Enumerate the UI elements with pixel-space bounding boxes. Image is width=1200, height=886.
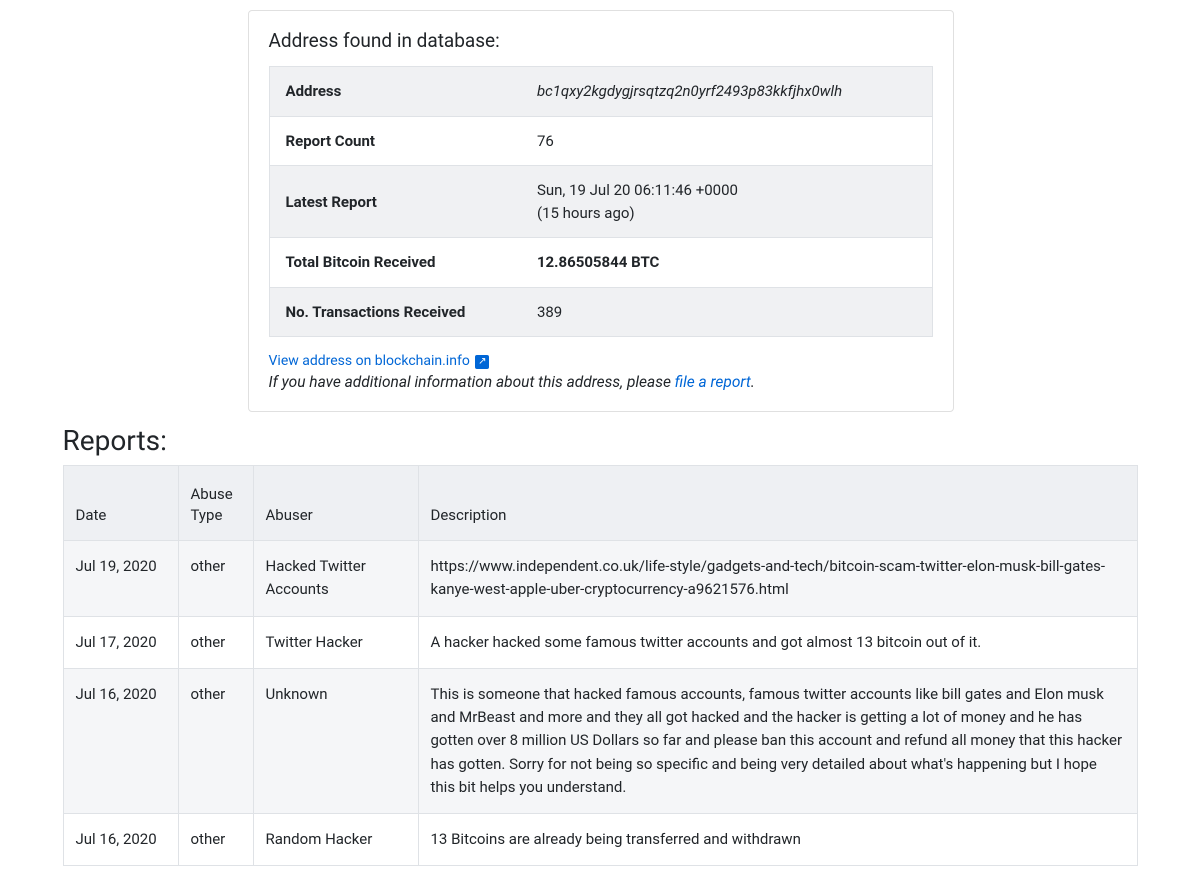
address-detail-card: Address found in database: Address bc1qx… — [248, 10, 954, 412]
cell-description: 13 Bitcoins are already being transferre… — [418, 814, 1137, 866]
blockchain-link-row: View address on blockchain.info ↗ — [269, 353, 933, 369]
col-header-abuser: Abuser — [253, 466, 418, 541]
cell-date: Jul 16, 2020 — [63, 668, 178, 813]
reports-heading: Reports: — [63, 424, 1138, 457]
cell-type: other — [178, 668, 253, 813]
cell-type: other — [178, 616, 253, 668]
row-latest-report: Latest Report Sun, 19 Jul 20 06:11:46 +0… — [269, 166, 932, 238]
reports-table: Date Abuse Type Abuser Description Jul 1… — [63, 465, 1138, 866]
value-total-btc: 12.86505844 BTC — [521, 238, 932, 288]
cell-date: Jul 17, 2020 — [63, 616, 178, 668]
file-report-link[interactable]: file a report — [675, 373, 751, 391]
row-tx-count: No. Transactions Received 389 — [269, 287, 932, 337]
latest-report-relative: (15 hours ago) — [537, 204, 635, 222]
value-report-count: 76 — [521, 116, 932, 166]
value-latest-report: Sun, 19 Jul 20 06:11:46 +0000 (15 hours … — [521, 166, 932, 238]
latest-report-timestamp: Sun, 19 Jul 20 06:11:46 +0000 — [537, 181, 738, 199]
label-latest-report: Latest Report — [269, 166, 521, 238]
external-link-icon: ↗ — [475, 355, 489, 369]
card-title: Address found in database: — [269, 29, 933, 52]
file-report-line: If you have additional information about… — [269, 373, 933, 391]
info-prefix: If you have additional information about… — [269, 373, 675, 391]
label-address: Address — [269, 67, 521, 117]
cell-type: other — [178, 541, 253, 617]
row-report-count: Report Count 76 — [269, 116, 932, 166]
abuse-type-line1: Abuse — [191, 485, 233, 503]
value-tx-count: 389 — [521, 287, 932, 337]
table-row: Jul 16, 2020 other Unknown This is someo… — [63, 668, 1137, 813]
row-total-btc: Total Bitcoin Received 12.86505844 BTC — [269, 238, 932, 288]
blockchain-link-text: View address on blockchain.info — [269, 353, 470, 369]
cell-description: https://www.independent.co.uk/life-style… — [418, 541, 1137, 617]
col-header-description: Description — [418, 466, 1137, 541]
col-header-abuse-type: Abuse Type — [178, 466, 253, 541]
cell-abuser: Hacked Twitter Accounts — [253, 541, 418, 617]
value-address: bc1qxy2kgdygjrsqtzq2n0yrf2493p83kkfjhx0w… — [521, 67, 932, 117]
cell-type: other — [178, 814, 253, 866]
info-suffix: . — [751, 373, 755, 391]
row-address: Address bc1qxy2kgdygjrsqtzq2n0yrf2493p83… — [269, 67, 932, 117]
label-tx-count: No. Transactions Received — [269, 287, 521, 337]
cell-abuser: Twitter Hacker — [253, 616, 418, 668]
cell-abuser: Random Hacker — [253, 814, 418, 866]
table-row: Jul 16, 2020 other Random Hacker 13 Bitc… — [63, 814, 1137, 866]
cell-abuser: Unknown — [253, 668, 418, 813]
table-row: Jul 19, 2020 other Hacked Twitter Accoun… — [63, 541, 1137, 617]
table-row: Jul 17, 2020 other Twitter Hacker A hack… — [63, 616, 1137, 668]
address-detail-table: Address bc1qxy2kgdygjrsqtzq2n0yrf2493p83… — [269, 66, 933, 337]
reports-header-row: Date Abuse Type Abuser Description — [63, 466, 1137, 541]
cell-description: A hacker hacked some famous twitter acco… — [418, 616, 1137, 668]
cell-date: Jul 16, 2020 — [63, 814, 178, 866]
label-total-btc: Total Bitcoin Received — [269, 238, 521, 288]
cell-date: Jul 19, 2020 — [63, 541, 178, 617]
col-header-date: Date — [63, 466, 178, 541]
abuse-type-line2: Type — [191, 506, 223, 524]
blockchain-link[interactable]: View address on blockchain.info ↗ — [269, 353, 490, 369]
cell-description: This is someone that hacked famous accou… — [418, 668, 1137, 813]
label-report-count: Report Count — [269, 116, 521, 166]
